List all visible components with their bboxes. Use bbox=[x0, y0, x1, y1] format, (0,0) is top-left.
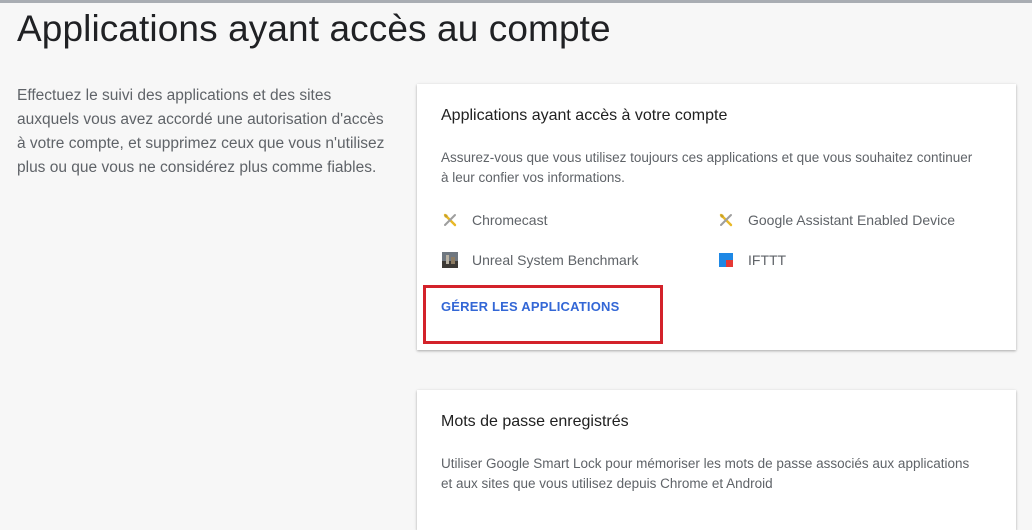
passwords-card-title: Mots de passe enregistrés bbox=[441, 413, 629, 430]
app-item-chromecast[interactable]: Chromecast bbox=[441, 210, 547, 230]
passwords-card-description: Utiliser Google Smart Lock pour mémorise… bbox=[441, 456, 970, 491]
app-item-google-assistant[interactable]: Google Assistant Enabled Device bbox=[717, 210, 955, 230]
apps-card-description: Assurez-vous que vous utilisez toujours … bbox=[441, 150, 973, 185]
app-name: Google Assistant Enabled Device bbox=[748, 212, 956, 228]
top-divider bbox=[0, 0, 1032, 3]
intro-text: Effectuez le suivi des applications et d… bbox=[17, 87, 385, 176]
ifttt-app-icon bbox=[717, 252, 734, 269]
tools-icon bbox=[441, 212, 458, 229]
app-item-unreal-benchmark[interactable]: Unreal System Benchmark bbox=[441, 250, 639, 270]
app-name: Chromecast bbox=[472, 212, 548, 228]
benchmark-app-icon bbox=[441, 252, 458, 269]
apps-card: Applications ayant accès à votre compte … bbox=[417, 84, 1016, 350]
apps-card-title: Applications ayant accès à votre compte bbox=[441, 107, 728, 124]
tools-icon bbox=[717, 212, 734, 229]
app-item-ifttt[interactable]: IFTTT bbox=[717, 250, 786, 270]
app-name: Unreal System Benchmark bbox=[472, 252, 639, 268]
passwords-card: Mots de passe enregistrés Utiliser Googl… bbox=[417, 390, 1016, 530]
page-title: Applications ayant accès au compte bbox=[17, 8, 611, 49]
app-name: IFTTT bbox=[748, 252, 787, 268]
manage-apps-link[interactable]: GÉRER LES APPLICATIONS bbox=[441, 299, 619, 314]
